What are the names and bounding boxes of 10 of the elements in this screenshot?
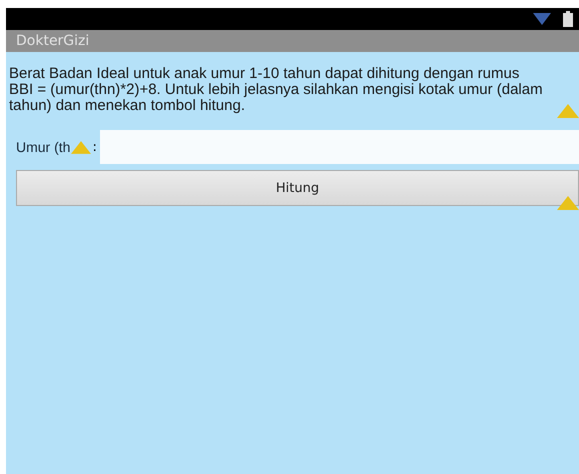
app-title: DokterGizi [16, 33, 90, 49]
warning-icon [557, 104, 579, 118]
age-label: Umur (th [16, 139, 70, 155]
calculate-button[interactable]: Hitung [16, 170, 579, 206]
age-input[interactable] [100, 130, 579, 164]
description-text: Berat Badan Ideal untuk anak umur 1-10 tahun dapat dihitung dengan rumus BBI = (umur(thn)*2)+8. Untuk lebih jelasnya silahkan mengisi kotak umur (dalam tahun) dan menekan tombol hitung. [9, 66, 544, 114]
warning-icon [71, 140, 92, 154]
warning-icon [557, 196, 579, 210]
label-colon: : [91, 140, 98, 154]
battery-icon [563, 11, 573, 27]
